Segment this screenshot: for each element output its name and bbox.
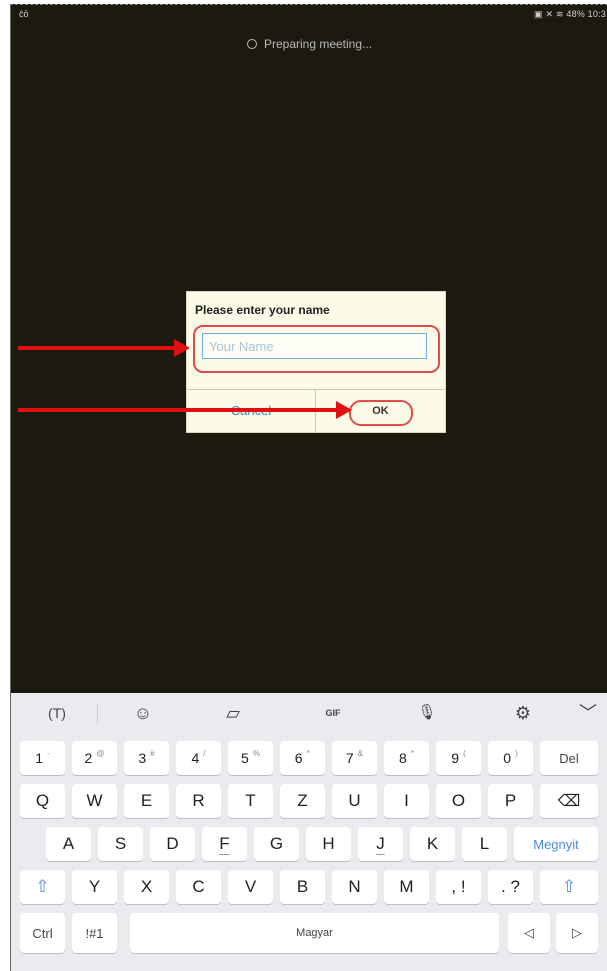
- arrow-to-name-field: [18, 339, 190, 357]
- wifi-icon: ≋: [555, 9, 564, 19]
- text-tool-icon[interactable]: (T): [37, 693, 77, 733]
- key-v[interactable]: V: [228, 870, 273, 904]
- key-main: 8: [399, 750, 407, 766]
- keyboard: (T) ☺ ▱ GIF 🎙 ⚙ ﹀ 1- 2 @ 3 # 4/ 5% 6 ^ 7 & 8…: [11, 693, 607, 971]
- collapse-keyboard-icon[interactable]: ﹀: [568, 693, 607, 733]
- microphone-icon[interactable]: 🎙: [407, 693, 447, 733]
- key-sup: %: [252, 748, 260, 758]
- status-bar: ĉō ▣ ✕ ≋ 48% 10:3: [11, 5, 607, 23]
- preparing-text: Preparing meeting...: [263, 37, 373, 51]
- cast-icon: ▣: [534, 9, 543, 19]
- notification-icon: ĉō: [19, 9, 29, 19]
- key-sup: @: [96, 748, 105, 758]
- key-n[interactable]: N: [332, 870, 377, 904]
- key-7[interactable]: 7 &: [332, 741, 377, 775]
- key-9[interactable]: 9(: [436, 741, 481, 775]
- keyboard-toolbar: (T) ☺ ▱ GIF 🎙 ⚙ ﹀: [11, 693, 607, 733]
- key-main: 2: [84, 750, 93, 766]
- key-t[interactable]: T: [228, 784, 273, 818]
- mute-icon: ✕: [545, 9, 554, 19]
- key-main: 0: [503, 750, 512, 766]
- battery-time-text: 48% 10:3: [566, 9, 606, 19]
- cursor-left-key[interactable]: ◁: [508, 913, 550, 953]
- key-8[interactable]: 8 *: [384, 741, 429, 775]
- key-sup: &: [357, 748, 364, 758]
- key-y[interactable]: Y: [72, 870, 117, 904]
- key-g[interactable]: G: [254, 827, 299, 861]
- key-0[interactable]: 0): [488, 741, 533, 775]
- preparing-status: Preparing meeting...: [11, 37, 607, 51]
- key-1[interactable]: 1-: [20, 741, 65, 775]
- key-period[interactable]: . ?: [488, 870, 533, 904]
- key-main: 6: [294, 750, 303, 766]
- key-5[interactable]: 5%: [228, 741, 273, 775]
- key-f[interactable]: F: [202, 827, 247, 861]
- key-e[interactable]: E: [124, 784, 169, 818]
- key-r[interactable]: R: [176, 784, 221, 818]
- key-w[interactable]: W: [72, 784, 117, 818]
- key-m[interactable]: M: [384, 870, 429, 904]
- key-k[interactable]: K: [410, 827, 455, 861]
- key-o[interactable]: O: [436, 784, 481, 818]
- key-c[interactable]: C: [176, 870, 221, 904]
- space-key[interactable]: Magyar: [130, 913, 499, 953]
- key-l[interactable]: L: [462, 827, 507, 861]
- ok-button-highlight: [349, 400, 413, 426]
- key-sup: *: [410, 748, 414, 758]
- key-z[interactable]: Z: [280, 784, 325, 818]
- symbols-key[interactable]: !#1: [72, 913, 117, 953]
- key-sup: ^: [306, 748, 311, 758]
- key-b[interactable]: B: [280, 870, 325, 904]
- key-sup: #: [150, 748, 155, 758]
- phone-screen: ĉō ▣ ✕ ≋ 48% 10:3 Preparing meeting... P…: [10, 4, 607, 971]
- status-indicators: ▣ ✕ ≋ 48% 10:3: [534, 9, 606, 20]
- key-main: 9: [451, 750, 460, 766]
- key-main: 4: [191, 750, 200, 766]
- toolbar-separator: [97, 703, 98, 723]
- key-6[interactable]: 6 ^: [280, 741, 325, 775]
- delete-key[interactable]: Del: [540, 741, 598, 775]
- key-p[interactable]: P: [488, 784, 533, 818]
- arrow-to-ok-button: [18, 401, 352, 419]
- key-sup: /: [203, 748, 206, 758]
- shift-right-key[interactable]: ⇧: [540, 870, 598, 904]
- shift-left-key[interactable]: ⇧: [20, 870, 65, 904]
- key-main: Del: [559, 750, 579, 766]
- key-a[interactable]: A: [46, 827, 91, 861]
- key-sup: (: [463, 748, 466, 758]
- key-h[interactable]: H: [306, 827, 351, 861]
- key-main: 1: [35, 750, 44, 766]
- emoji-icon[interactable]: ☺: [123, 693, 163, 733]
- key-s[interactable]: S: [98, 827, 143, 861]
- backspace-key[interactable]: ⌫: [540, 784, 598, 818]
- key-j[interactable]: J: [358, 827, 403, 861]
- key-main: 3: [138, 750, 147, 766]
- key-4[interactable]: 4/: [176, 741, 221, 775]
- key-d[interactable]: D: [150, 827, 195, 861]
- dialog-title: Please enter your name: [195, 303, 330, 317]
- key-main: F: [219, 834, 230, 853]
- key-3[interactable]: 3 #: [124, 741, 169, 775]
- key-i[interactable]: I: [384, 784, 429, 818]
- key-comma[interactable]: , !: [436, 870, 481, 904]
- key-main: 5: [241, 750, 249, 766]
- settings-icon[interactable]: ⚙: [503, 693, 543, 733]
- ctrl-key[interactable]: Ctrl: [20, 913, 65, 953]
- key-main: J: [376, 834, 385, 853]
- key-2[interactable]: 2 @: [72, 741, 117, 775]
- name-input[interactable]: [202, 333, 427, 359]
- open-key[interactable]: Megnyit: [514, 827, 598, 861]
- sticker-icon[interactable]: ▱: [213, 693, 253, 733]
- key-x[interactable]: X: [124, 870, 169, 904]
- key-u[interactable]: U: [332, 784, 377, 818]
- key-sup: -: [47, 748, 50, 758]
- key-main: 7: [345, 750, 354, 766]
- key-q[interactable]: Q: [20, 784, 65, 818]
- spinner-icon: [246, 39, 257, 49]
- gif-icon[interactable]: GIF: [313, 693, 353, 733]
- cursor-right-key[interactable]: ▷: [556, 913, 598, 953]
- key-sup: ): [515, 748, 518, 758]
